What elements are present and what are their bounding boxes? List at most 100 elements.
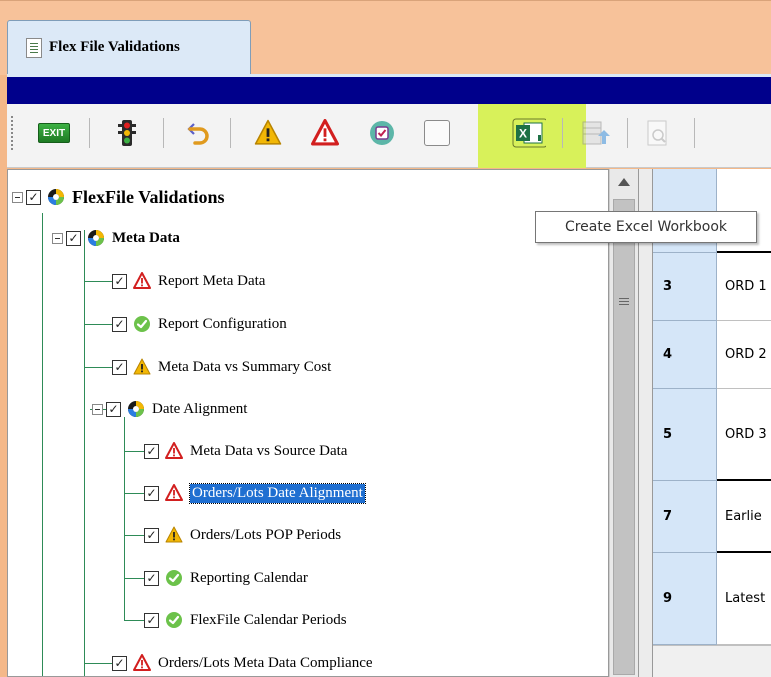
vertical-scrollbar[interactable] [609,169,638,677]
checkbox[interactable]: ✓ [144,443,159,459]
row-number: 4 [663,347,673,362]
checkbox[interactable]: ✓ [112,316,127,332]
grid-row-header[interactable]: 4 [653,321,717,389]
checkbox[interactable]: ✓ [26,189,41,205]
cell-text: ORD 2 [725,347,767,362]
excel-icon: X [512,118,546,148]
toolbar-separator [562,118,563,148]
tree-node-label: Meta Data [112,229,180,246]
warning-icon [254,119,282,147]
warnings-button[interactable] [251,116,285,150]
tree-node-flexfile-calendar[interactable]: ✓ FlexFile Calendar Periods [144,600,347,640]
tree-node-orders-lots-compliance[interactable]: ✓ Orders/Lots Meta Data Compliance [112,643,373,677]
tree-node-label: Orders/Lots Meta Data Compliance [158,654,373,671]
tree-node-label: FlexFile Validations [72,186,225,207]
create-excel-workbook-button[interactable]: X [512,116,546,150]
error-icon [165,442,183,460]
traffic-light-icon [118,120,136,146]
checkbox[interactable]: ✓ [112,655,127,671]
checkbox[interactable]: ✓ [144,570,159,586]
tree-line [124,451,144,452]
tree-node-label: Report Configuration [158,315,287,332]
check-circle-icon [370,121,394,145]
grid-cell[interactable]: Earlie [717,481,771,553]
toolbar-grip[interactable] [11,116,13,150]
tree-line [124,493,144,494]
tree-node-meta-vs-summary[interactable]: ✓ Meta Data vs Summary Cost [112,347,331,387]
status-ring-icon [127,400,145,418]
toolbar-separator [163,118,164,148]
checked-button[interactable] [365,116,399,150]
errors-button[interactable] [308,116,342,150]
grid-cell[interactable]: ORD 3 [717,389,771,481]
collapse-toggle[interactable] [52,232,63,244]
grid-cell[interactable]: Latest [717,553,771,645]
status-ring-icon [87,229,105,247]
tree-node-label: FlexFile Calendar Periods [190,611,347,628]
tree-node-orders-lots-pop[interactable]: ✓ Orders/Lots POP Periods [144,515,341,555]
undo-button[interactable] [182,116,216,150]
row-number: 7 [663,509,673,524]
tree-node-report-meta-data[interactable]: ✓ Report Meta Data [112,261,265,301]
tree-node-label: Report Meta Data [158,272,266,289]
tree-node-label: Orders/Lots POP Periods [190,526,342,543]
grid-cell[interactable]: ORD 1 [717,253,771,321]
grid-row-header[interactable]: 5 [653,389,717,481]
tab-flex-file-validations[interactable]: Flex File Validations [7,20,251,74]
scroll-up-button[interactable] [615,173,633,191]
tree-node-label: Date Alignment [152,400,248,417]
exit-icon: EXIT [38,123,70,143]
checkbox[interactable]: ✓ [144,612,159,628]
grid-row-header[interactable]: 3 [653,253,717,321]
title-bar [7,74,771,104]
tree-line [84,281,112,282]
checkbox[interactable]: ✓ [144,485,159,501]
warning-icon [165,526,183,544]
warning-icon [133,358,151,376]
grid-row-header[interactable]: 7 [653,481,717,553]
tree-node-root[interactable]: ✓ FlexFile Validations [12,177,225,217]
tree-line [84,367,112,368]
tree-node-report-configuration[interactable]: ✓ Report Configuration [112,304,287,344]
error-icon [311,119,339,147]
tree-node-meta-vs-source[interactable]: ✓ Meta Data vs Source Data [144,431,347,471]
checkbox[interactable]: ✓ [66,230,81,246]
grid-row-header[interactable]: 9 [653,553,717,645]
collapse-toggle[interactable] [12,191,23,203]
panel-splitter[interactable] [638,169,653,677]
checkbox[interactable]: ✓ [112,273,127,289]
undo-arrow-icon [187,123,209,145]
grid-cell[interactable]: ORD 2 [717,321,771,389]
collapse-toggle[interactable] [92,403,103,415]
cell-text: ORD 3 [725,426,767,442]
checkbox[interactable]: ✓ [106,401,121,417]
blank-button[interactable] [420,116,454,150]
scrollbar-thumb[interactable] [613,199,635,675]
exit-button[interactable]: EXIT [37,116,71,150]
tree-node-label-selected: Orders/Lots Date Alignment [189,482,366,504]
tree-node-reporting-calendar[interactable]: ✓ Reporting Calendar [144,558,308,598]
tree-line [84,230,85,676]
tree-node-label: Reporting Calendar [190,569,308,586]
tree-node-date-alignment[interactable]: ✓ Date Alignment [92,389,247,429]
preview-button[interactable] [641,116,675,150]
tree-line [124,417,125,620]
checkbox[interactable]: ✓ [144,527,159,543]
toolbar-separator [627,118,628,148]
toolbar: EXIT X [7,104,771,168]
traffic-light-button[interactable] [110,116,144,150]
tree-node-orders-lots-date-alignment[interactable]: ✓ Orders/Lots Date Alignment [144,473,366,513]
error-icon [165,484,183,502]
triangle-up-icon [618,178,630,186]
svg-text:X: X [519,127,527,141]
tree-line [124,620,144,621]
database-export-icon [582,121,610,145]
checkbox[interactable]: ✓ [112,359,127,375]
export-button[interactable] [578,116,612,150]
tree-node-meta-data[interactable]: ✓ Meta Data [52,218,180,258]
grip-icon [619,298,629,306]
error-icon [133,272,151,290]
grid-footer [653,645,771,677]
tooltip-text: Create Excel Workbook [564,219,728,235]
success-icon [133,315,151,333]
